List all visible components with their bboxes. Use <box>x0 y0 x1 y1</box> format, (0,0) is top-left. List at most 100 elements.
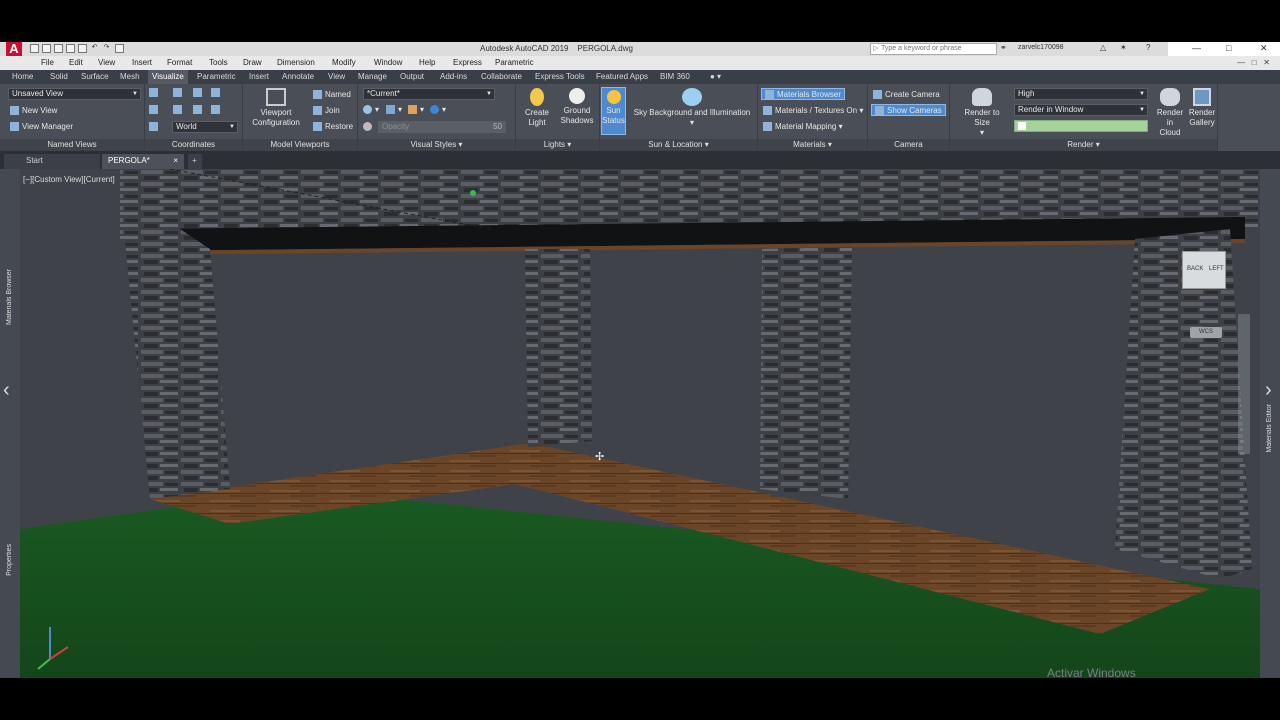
face-style-icon[interactable]: ▾ <box>386 105 402 115</box>
save-icon[interactable] <box>54 44 63 53</box>
menu-help[interactable]: Help <box>419 58 435 67</box>
tab-view[interactable]: View <box>328 72 345 81</box>
user-name[interactable]: zarvelc170098 <box>1018 44 1064 51</box>
undo-icon[interactable]: ↶ <box>90 44 99 53</box>
tab-express-tools[interactable]: Express Tools <box>535 72 585 81</box>
wcs-menu[interactable]: WCS <box>1190 327 1222 338</box>
drawing-viewport[interactable]: ✢ [−][Custom View][Current] BACK LEFT WC… <box>20 169 1260 678</box>
search-input[interactable]: ▷ Type a keyword or phrase <box>870 43 997 55</box>
menu-express[interactable]: Express <box>453 58 482 67</box>
document-window-controls[interactable]: — □ ✕ <box>1237 58 1270 67</box>
ucs-y-icon[interactable] <box>173 105 185 115</box>
menu-draw[interactable]: Draw <box>243 58 262 67</box>
tab-annotate[interactable]: Annotate <box>282 72 314 81</box>
viewcube[interactable]: BACK LEFT <box>1182 251 1226 289</box>
redo-icon[interactable]: ↷ <box>102 44 111 53</box>
named-view-select[interactable]: Unsaved View ▼ <box>8 88 141 100</box>
close-icon[interactable]: ✕ <box>1260 43 1268 54</box>
menu-insert[interactable]: Insert <box>132 58 152 67</box>
render-in-cloud-button[interactable]: Render in Cloud <box>1154 88 1186 138</box>
light-glyph-icon[interactable] <box>470 190 476 196</box>
navigation-bar[interactable] <box>1238 314 1250 454</box>
ucs-origin-icon[interactable] <box>173 88 185 98</box>
ribbon-toggle-icon[interactable]: ● ▾ <box>710 72 721 81</box>
materials-textures-button[interactable]: Materials / Textures On ▾ <box>763 106 863 116</box>
color-icon[interactable]: ▾ <box>430 105 446 115</box>
menu-dimension[interactable]: Dimension <box>277 58 315 67</box>
tab-insert[interactable]: Insert <box>249 72 269 81</box>
show-cameras-button[interactable]: Show Cameras <box>871 104 946 116</box>
doc-tab-pergola[interactable]: PERGOLA* × <box>102 154 184 169</box>
ucs-x-icon[interactable] <box>149 105 161 115</box>
named-viewports-button[interactable]: Named <box>313 90 351 100</box>
minimize-icon[interactable]: — <box>1192 43 1201 53</box>
render-output-select[interactable]: Render in Window ▼ <box>1014 104 1148 116</box>
tab-home[interactable]: Home <box>12 72 33 81</box>
ucs-z-icon[interactable] <box>193 105 205 115</box>
opacity-toggle-icon[interactable] <box>363 122 375 132</box>
panel-title-visual-styles[interactable]: Visual Styles ▾ <box>358 139 515 151</box>
cart-icon[interactable]: △ <box>1100 43 1106 52</box>
tab-featured-apps[interactable]: Featured Apps <box>596 72 648 81</box>
maximize-icon[interactable]: □ <box>1226 43 1231 53</box>
menu-tools[interactable]: Tools <box>209 58 228 67</box>
menu-parametric[interactable]: Parametric <box>495 58 534 67</box>
edge-style-icon[interactable]: ▾ <box>363 105 379 115</box>
tab-parametric[interactable]: Parametric <box>197 72 236 81</box>
ucs-icon[interactable] <box>149 88 161 98</box>
open-file-icon[interactable] <box>42 44 51 53</box>
render-environment-icon[interactable] <box>1018 121 1026 130</box>
viewcube-left-face[interactable]: LEFT <box>1209 266 1224 272</box>
material-mapping-button[interactable]: Material Mapping ▾ <box>763 122 843 132</box>
viewcube-back-face[interactable]: BACK <box>1187 266 1203 272</box>
lighting-icon[interactable]: ▾ <box>408 105 424 115</box>
opacity-slider[interactable]: Opacity 50 <box>378 121 506 133</box>
tab-manage[interactable]: Manage <box>358 72 387 81</box>
ucs-3point-icon[interactable] <box>193 88 205 98</box>
left-collapse-chevron-icon[interactable]: ‹ <box>3 379 10 402</box>
tab-bim-360[interactable]: BIM 360 <box>660 72 690 81</box>
create-camera-button[interactable]: Create Camera <box>873 90 940 100</box>
render-gallery-button[interactable]: Render Gallery <box>1186 88 1218 128</box>
help-icon[interactable]: ? <box>1146 43 1150 52</box>
restore-viewports-button[interactable]: Restore <box>313 122 353 132</box>
panel-title-lights[interactable]: Lights ▾ <box>516 139 599 151</box>
materials-browser-button[interactable]: Materials Browser <box>761 88 846 100</box>
autocad-logo-icon[interactable]: A <box>6 42 22 57</box>
render-quality-select[interactable]: High ▼ <box>1014 88 1148 100</box>
tab-solid[interactable]: Solid <box>50 72 68 81</box>
ground-shadows-button[interactable]: Ground Shadows <box>558 88 596 126</box>
sky-background-button[interactable]: Sky Background and Illumination ▾ <box>630 88 754 128</box>
ucs-world-icon[interactable] <box>211 88 223 98</box>
menu-modify[interactable]: Modify <box>332 58 356 67</box>
ucs-object-icon[interactable] <box>149 122 161 132</box>
tab-output[interactable]: Output <box>400 72 424 81</box>
new-view-button[interactable]: New View <box>10 106 57 116</box>
sun-status-button[interactable]: Sun Status <box>601 87 626 135</box>
ucs-view-icon[interactable] <box>211 105 223 115</box>
menu-view[interactable]: View <box>98 58 115 67</box>
viewport-controls-label[interactable]: [−][Custom View][Current] <box>23 175 115 184</box>
autodesk-app-icon[interactable]: ✶ <box>1120 43 1127 52</box>
ucs-select[interactable]: World ▼ <box>172 121 238 133</box>
new-file-icon[interactable] <box>30 44 39 53</box>
join-viewports-button[interactable]: Join <box>313 106 340 116</box>
render-to-size-button[interactable]: Render to Size ▾ <box>956 88 1008 138</box>
visual-style-select[interactable]: *Current* ▼ <box>363 88 495 100</box>
right-collapse-chevron-icon[interactable]: › <box>1265 379 1272 402</box>
binoculars-icon[interactable]: ⚭ <box>1000 43 1007 52</box>
tab-visualize[interactable]: Visualize <box>148 70 188 84</box>
menu-file[interactable]: File <box>41 58 54 67</box>
panel-title-sun-location[interactable]: Sun & Location ▾ <box>600 139 757 151</box>
view-manager-button[interactable]: View Manager <box>10 122 73 132</box>
create-light-button[interactable]: Create Light <box>520 88 554 128</box>
materials-browser-palette-tab[interactable]: Materials Browser <box>6 269 13 325</box>
tab-surface[interactable]: Surface <box>81 72 109 81</box>
panel-title-render[interactable]: Render ▾ <box>950 139 1217 151</box>
viewport-configuration-button[interactable]: Viewport Configuration <box>247 88 305 128</box>
share-icon[interactable] <box>115 44 124 53</box>
tab-mesh[interactable]: Mesh <box>120 72 140 81</box>
new-tab-button[interactable]: + <box>188 154 202 169</box>
tab-collaborate[interactable]: Collaborate <box>481 72 522 81</box>
materials-editor-palette-tab[interactable]: Materials Editor <box>1266 404 1273 453</box>
